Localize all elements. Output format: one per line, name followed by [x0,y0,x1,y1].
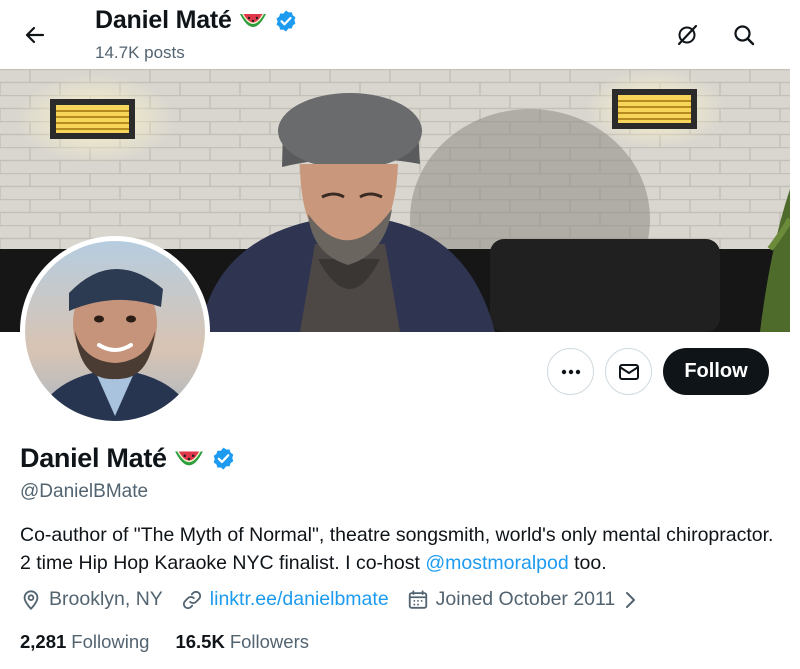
back-arrow-icon [25,26,45,44]
message-button[interactable] [605,348,652,395]
top-bar: Daniel Maté 14.7K posts [0,0,800,69]
avatar[interactable] [20,236,210,426]
display-name: Daniel Maté [20,443,167,473]
scrollbar[interactable] [790,0,800,669]
location-item: Brooklyn, NY [20,588,163,611]
profile-name-row: Daniel Maté [20,443,236,474]
more-button[interactable] [547,348,594,395]
bio-suffix: too. [568,552,607,574]
watermelon-emoji [174,451,203,465]
search-button[interactable] [725,16,763,54]
header-name: Daniel Maté [95,6,232,34]
verified-badge-icon[interactable] [211,446,236,471]
joined-text: Joined October 2011 [435,588,616,610]
header-title: Daniel Maté [95,6,298,35]
followers-count: 16.5K [175,631,225,652]
following-stat[interactable]: 2,281 Following [20,631,149,653]
profile-meta: Brooklyn, NY linktr.ee/danielbmate Joine… [20,588,656,611]
post-count: 14.7K posts [95,43,185,62]
grok-icon [677,24,698,46]
location-icon [23,589,39,610]
more-icon [561,369,580,374]
link-icon [182,590,201,609]
followers-label: Followers [229,631,309,652]
profile-stats: 2,281 Following 16.5K Followers [20,631,335,653]
chevron-right-icon[interactable] [622,590,638,610]
follow-button[interactable]: Follow [663,348,769,395]
website-link[interactable]: linktr.ee/danielbmate [210,588,389,611]
bio-mention-link[interactable]: @mostmoralpod [425,552,568,574]
followers-stat[interactable]: 16.5K Followers [175,631,309,653]
avatar-image [25,241,205,421]
bio-text: Co-author of "The Myth of Normal", theat… [20,524,774,574]
website-item[interactable]: linktr.ee/danielbmate [181,588,389,611]
verified-badge-icon [276,10,296,31]
grok-button[interactable] [668,16,706,54]
joined-item: Joined October 2011 [407,588,639,611]
calendar-icon [408,589,427,609]
mail-icon [618,363,639,380]
following-label: Following [71,631,150,652]
profile-bio: Co-author of "The Myth of Normal", theat… [20,521,780,577]
profile-handle: @DanielBMate [20,481,149,502]
following-count: 2,281 [20,631,67,652]
back-button[interactable] [16,16,54,54]
watermelon-emoji [239,13,266,27]
search-icon [734,25,755,46]
location-text: Brooklyn, NY [49,588,163,610]
